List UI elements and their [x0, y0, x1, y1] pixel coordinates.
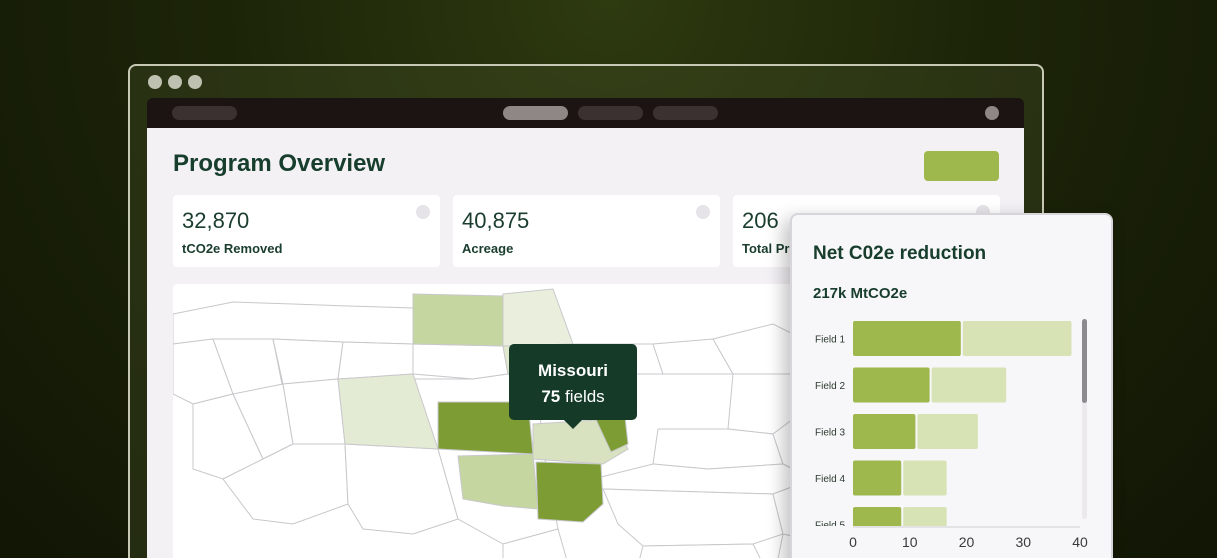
state-minnesota-iowa[interactable] — [502, 288, 574, 347]
bar-segment[interactable] — [962, 321, 1072, 356]
stat-value: 206 — [742, 208, 779, 233]
state-shape[interactable] — [337, 341, 414, 380]
primary-action-button[interactable] — [924, 151, 999, 181]
page-title: Program Overview — [173, 150, 386, 177]
x-tick-label: 10 — [902, 534, 918, 550]
net-reduction-panel: Net C02e reduction 217k MtCO2e Field 1 Fi… — [790, 213, 1113, 558]
chart-scrollbar-thumb[interactable] — [1082, 319, 1087, 403]
bar-segment[interactable] — [853, 321, 961, 356]
bar-segment[interactable] — [931, 367, 1007, 403]
category-label: Field 1 — [815, 335, 845, 346]
state-arkansas[interactable] — [535, 461, 604, 523]
bar-segment[interactable] — [903, 460, 947, 496]
state-shape[interactable] — [412, 343, 509, 380]
bar-segment[interactable] — [853, 367, 930, 403]
window-close-dot[interactable] — [148, 75, 162, 89]
state-shape[interactable] — [633, 543, 773, 558]
app-top-bar — [147, 98, 1024, 128]
tooltip-count-unit: fields — [564, 387, 605, 406]
nav-tab[interactable] — [578, 106, 643, 120]
avatar[interactable] — [985, 106, 999, 120]
x-tick-label: 20 — [959, 534, 975, 550]
bar-chart: Field 1 Field 2 Field 3 Field 4 Field 5 0 10 20… — [815, 321, 1088, 550]
stat-label: tCO2e Removed — [182, 241, 283, 256]
tooltip-state-name: Missouri — [538, 361, 608, 380]
state-shape[interactable] — [282, 378, 346, 445]
category-label: Field 2 — [815, 381, 845, 392]
stat-card-removed: 32,870 tCO2e Removed — [173, 195, 440, 267]
state-south-dakota[interactable] — [412, 293, 509, 347]
info-icon[interactable] — [696, 205, 710, 219]
x-tick-label: 0 — [849, 534, 857, 550]
bar-segment[interactable] — [853, 414, 916, 449]
bar-segment[interactable] — [853, 460, 902, 496]
stat-label: Acreage — [462, 241, 514, 256]
window-minimize-dot[interactable] — [168, 75, 182, 89]
map-tooltip: Missouri 75 fields — [509, 344, 637, 429]
tooltip-count-value: 75 — [541, 387, 561, 406]
stat-value: 40,875 — [462, 208, 530, 233]
window-maximize-dot[interactable] — [188, 75, 202, 89]
x-tick-label: 30 — [1015, 534, 1031, 550]
category-label: Field 4 — [815, 474, 845, 485]
stat-value: 32,870 — [182, 208, 250, 233]
nav-tab-active[interactable] — [503, 106, 568, 120]
chart-subtitle: 217k MtCO2e — [813, 285, 908, 302]
state-shape[interactable] — [272, 338, 344, 385]
nav-tab[interactable] — [653, 106, 718, 120]
state-shape[interactable] — [652, 428, 784, 470]
category-label: Field 5 — [815, 521, 845, 532]
category-label: Field 3 — [815, 428, 845, 439]
stat-label: Total Pr — [742, 241, 790, 256]
bar-segment[interactable] — [917, 414, 978, 449]
state-shape[interactable] — [173, 301, 414, 345]
chart-title: Net C02e reduction — [813, 243, 987, 264]
stat-card-acreage: 40,875 Acreage — [453, 195, 720, 267]
state-shape[interactable] — [602, 488, 784, 547]
tooltip-field-count: 75 fields — [509, 387, 637, 407]
bar-segment[interactable] — [853, 507, 902, 542]
nav-logo-placeholder[interactable] — [172, 106, 237, 120]
x-tick-label: 40 — [1072, 534, 1088, 550]
info-icon[interactable] — [416, 205, 430, 219]
